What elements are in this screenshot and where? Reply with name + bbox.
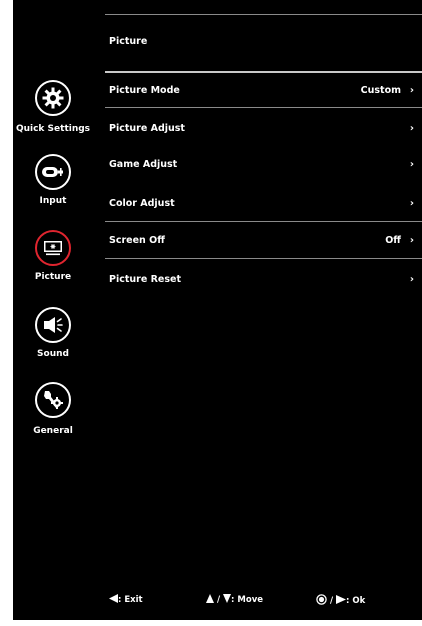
sidebar-item-input[interactable]: Input: [13, 152, 105, 212]
sidebar-item-quick-settings[interactable]: Quick Settings: [13, 78, 105, 140]
sidebar-item-general[interactable]: General: [13, 380, 105, 442]
chevron-right-icon: ›: [409, 198, 414, 209]
speaker-icon: [35, 307, 71, 343]
osd-menu: Quick Settings Input Picture Sound Gener…: [13, 0, 422, 620]
sidebar-label-quick-settings: Quick Settings: [15, 124, 91, 134]
left-arrow-icon: [109, 594, 118, 603]
menu-row-screen-off[interactable]: Screen Off Off ›: [105, 229, 422, 253]
title-divider: [105, 71, 422, 73]
menu-row-picture-mode[interactable]: Picture Mode Custom ›: [105, 79, 422, 103]
up-arrow-icon: [206, 594, 214, 603]
chevron-right-icon: ›: [409, 235, 414, 246]
menu-row-label: Game Adjust: [109, 159, 178, 170]
footer-move: / : Move: [206, 594, 263, 605]
sidebar-label-sound: Sound: [37, 349, 69, 359]
menu-row-label: Picture Adjust: [109, 123, 185, 134]
menu-row-value: Off: [385, 235, 401, 246]
row-divider: [105, 258, 422, 259]
menu-row-label: Color Adjust: [109, 198, 175, 209]
top-divider: [105, 14, 422, 15]
monitor-icon: [35, 230, 71, 266]
gear-icon: [35, 80, 71, 116]
footer-move-label: : Move: [231, 595, 264, 605]
down-arrow-icon: [223, 594, 232, 603]
tools-icon: [35, 382, 71, 418]
footer-move-sep: /: [216, 595, 221, 605]
sidebar-label-picture: Picture: [34, 272, 72, 282]
ok-button-icon: [316, 594, 327, 605]
chevron-right-icon: ›: [409, 159, 414, 170]
right-arrow-icon: [336, 595, 347, 604]
sidebar-label-general: General: [33, 426, 73, 436]
row-divider: [105, 221, 422, 222]
menu-row-picture-adjust[interactable]: Picture Adjust ›: [105, 117, 422, 141]
footer-ok: / : Ok: [316, 594, 365, 606]
chevron-right-icon: ›: [409, 123, 414, 134]
footer-exit: : Exit: [109, 594, 143, 605]
sidebar-item-picture[interactable]: Picture: [13, 228, 105, 288]
footer-exit-label: : Exit: [118, 595, 143, 605]
sidebar-label-input: Input: [39, 196, 67, 206]
menu-row-picture-reset[interactable]: Picture Reset ›: [105, 268, 422, 292]
footer-ok-label: : Ok: [346, 596, 366, 606]
chevron-right-icon: ›: [409, 85, 414, 96]
menu-row-label: Picture Reset: [109, 274, 181, 285]
page-title: Picture: [109, 36, 148, 47]
row-divider: [105, 107, 422, 108]
menu-row-value: Custom: [360, 85, 401, 96]
menu-row-label: Picture Mode: [109, 85, 180, 96]
footer-ok-sep: /: [329, 596, 334, 606]
chevron-right-icon: ›: [409, 274, 414, 285]
input-icon: [35, 154, 71, 190]
menu-row-game-adjust[interactable]: Game Adjust ›: [105, 153, 422, 177]
sidebar-item-sound[interactable]: Sound: [13, 305, 105, 365]
menu-row-label: Screen Off: [109, 235, 165, 246]
menu-row-color-adjust[interactable]: Color Adjust ›: [105, 192, 422, 216]
